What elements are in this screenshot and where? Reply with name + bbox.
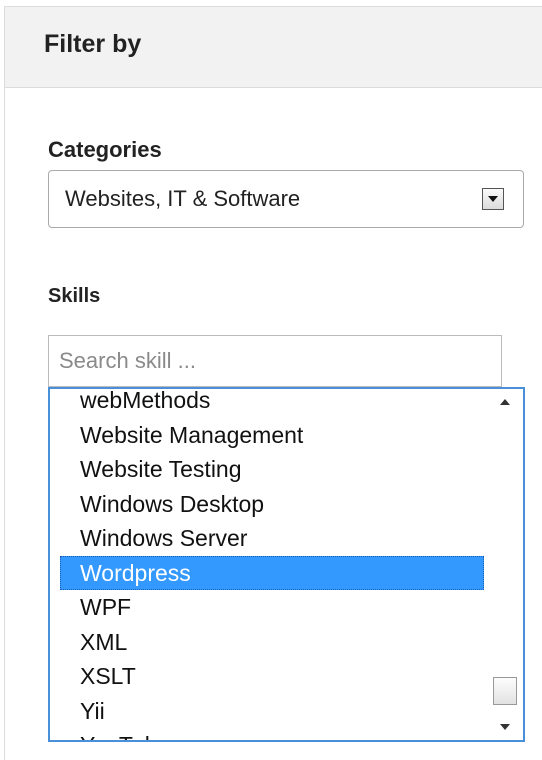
skill-option[interactable]: Windows Desktop <box>60 487 484 522</box>
skill-option[interactable]: YouTube <box>60 728 484 740</box>
scroll-up-arrow-icon[interactable] <box>500 399 510 405</box>
skill-option[interactable]: WPF <box>60 590 484 625</box>
skill-option[interactable]: Website Management <box>60 418 484 453</box>
skill-search-input[interactable] <box>48 335 502 387</box>
skill-option[interactable]: Windows Server <box>60 521 484 556</box>
filter-panel-border <box>4 88 5 760</box>
skill-option[interactable]: XML <box>60 625 484 660</box>
chevron-down-icon[interactable] <box>482 188 504 210</box>
skill-option[interactable]: XSLT <box>60 659 484 694</box>
skill-option[interactable]: Wordpress <box>60 555 484 590</box>
skills-listbox[interactable]: webMethods Website Management Website Test… <box>48 387 525 742</box>
skill-option[interactable]: webMethods <box>60 389 484 418</box>
skill-option[interactable]: Website Testing <box>60 452 484 487</box>
skills-list: webMethods Website Management Website Test… <box>60 389 484 740</box>
categories-selected-value: Websites, IT & Software <box>65 186 301 211</box>
skill-option[interactable]: Yii <box>60 694 484 729</box>
categories-label: Categories <box>48 137 162 162</box>
scroll-down-arrow-icon[interactable] <box>500 724 510 730</box>
listbox-scrollbar[interactable] <box>488 389 523 740</box>
skills-label: Skills <box>48 285 101 307</box>
scroll-thumb[interactable] <box>493 677 517 705</box>
filter-panel: Filter by Categories Websites, IT & Soft… <box>0 0 542 760</box>
categories-select[interactable]: Websites, IT & Software <box>48 170 524 228</box>
filter-title: Filter by <box>44 30 142 58</box>
